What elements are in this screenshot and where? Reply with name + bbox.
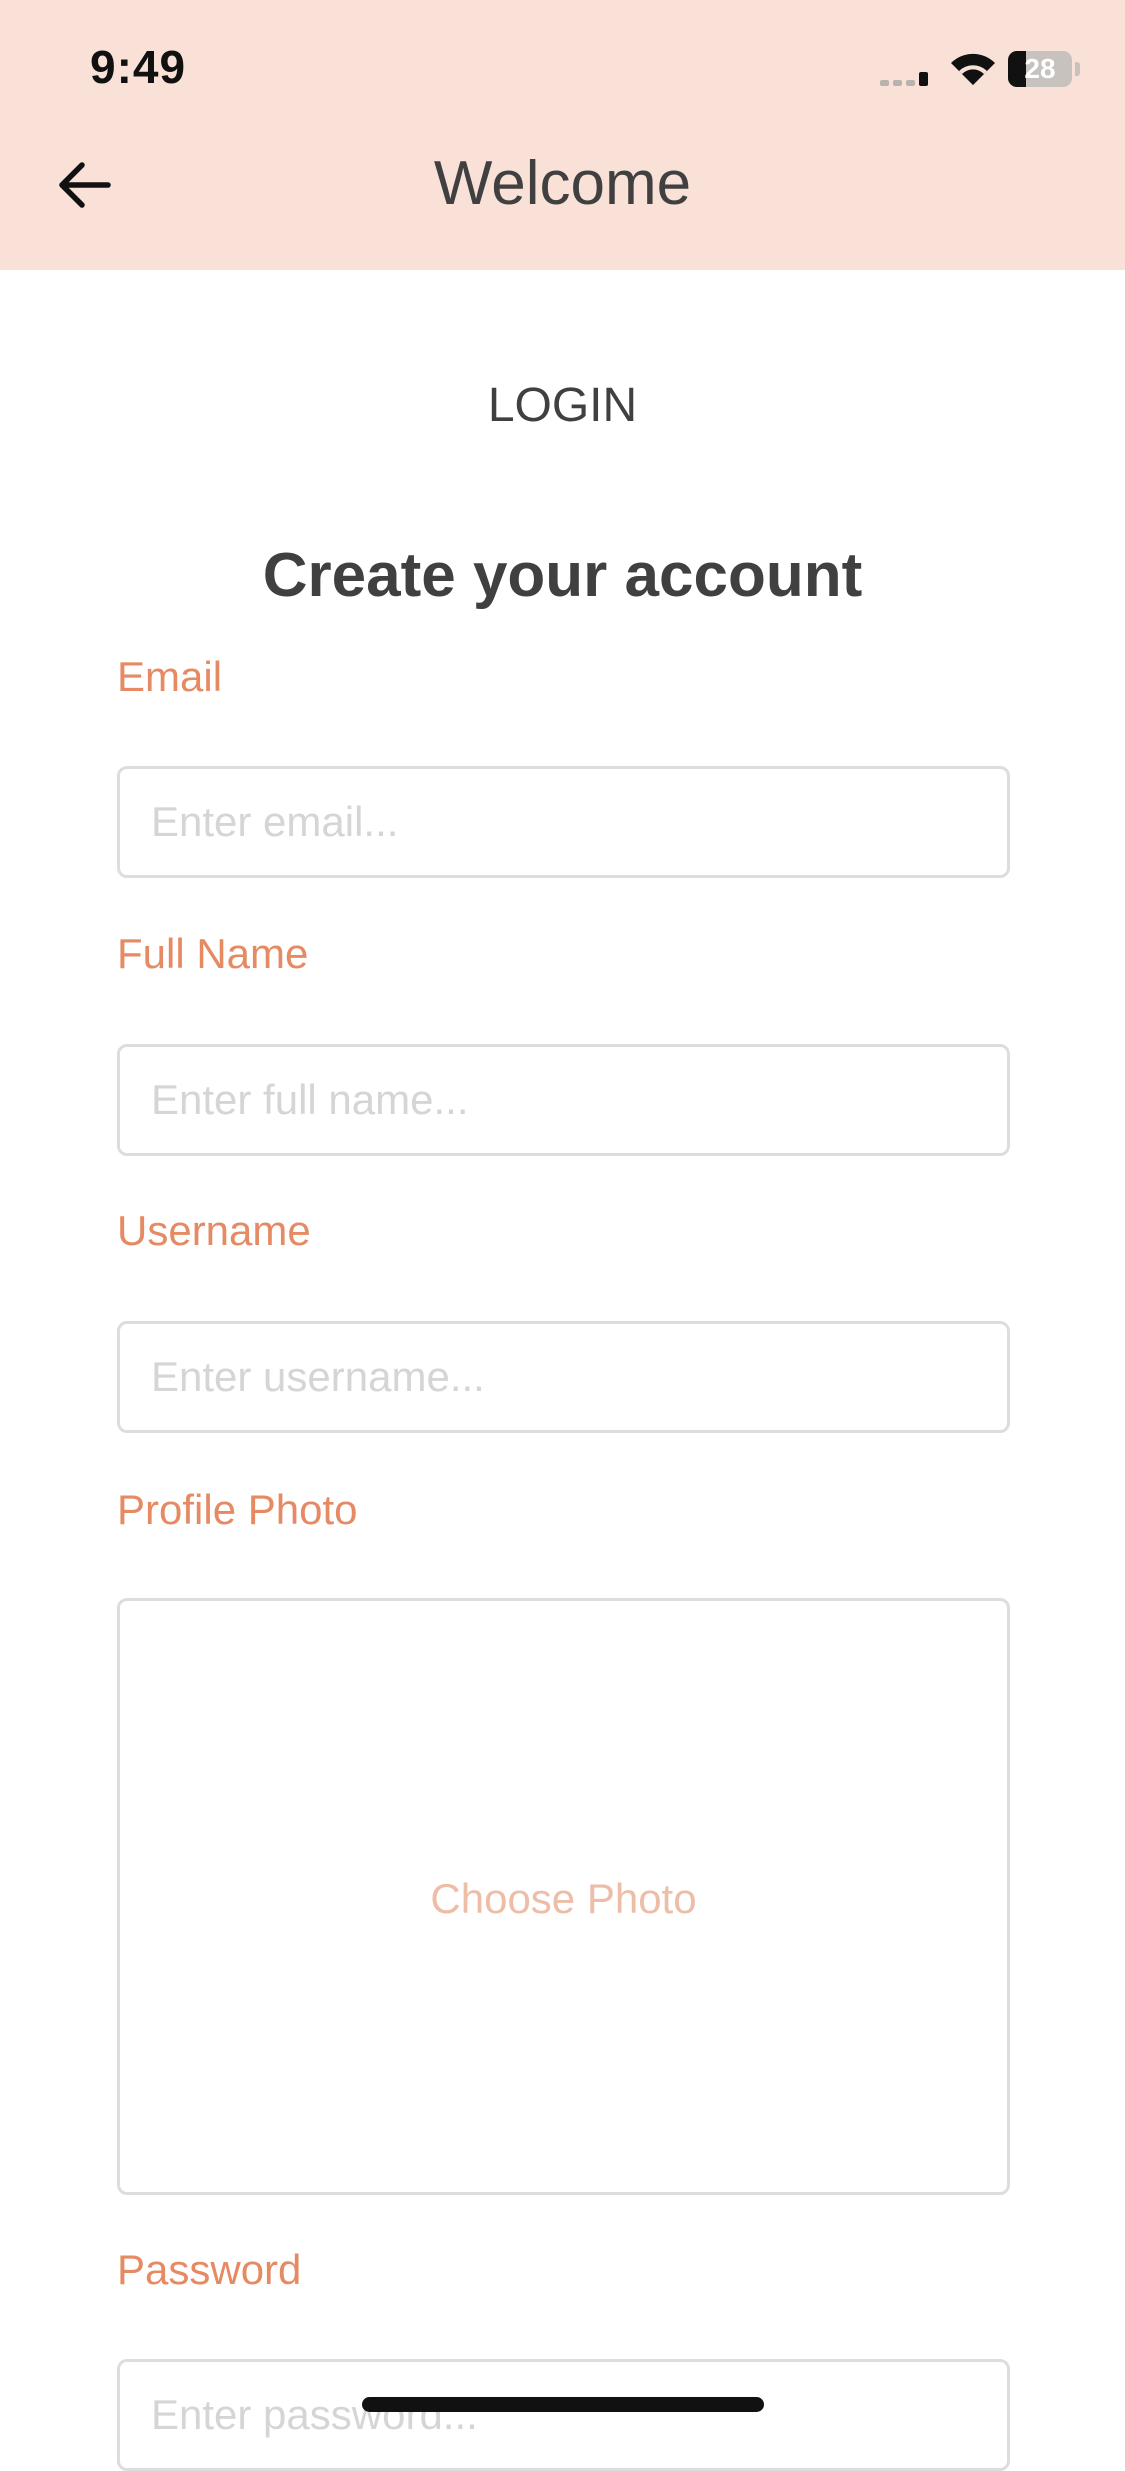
form-title: Create your account (262, 541, 863, 610)
cellular-signal-icon (880, 72, 932, 86)
username-field[interactable] (117, 1321, 1010, 1433)
email-field[interactable] (117, 766, 1010, 878)
battery-nub (1075, 62, 1080, 76)
full-name-field[interactable] (117, 1044, 1010, 1156)
email-label: Email (117, 653, 223, 700)
page-title: Welcome (433, 149, 692, 218)
battery-icon: 28 (1008, 51, 1072, 87)
home-indicator[interactable] (362, 2397, 764, 2412)
password-label: Password (117, 2246, 302, 2293)
status-time: 9:49 (90, 41, 187, 93)
login-tab[interactable]: LOGIN (0, 378, 1125, 433)
wifi-icon (948, 50, 998, 86)
app-header: 9:49 28 Welcome (0, 0, 1125, 270)
choose-photo-button[interactable]: Choose Photo (120, 1875, 1007, 1923)
password-field[interactable] (117, 2359, 1010, 2471)
full-name-label: Full Name (117, 930, 309, 977)
username-label: Username (117, 1207, 311, 1254)
battery-percent: 28 (1024, 53, 1056, 84)
photo-picker[interactable]: Choose Photo (117, 1598, 1010, 2195)
profile-photo-label: Profile Photo (117, 1486, 358, 1533)
